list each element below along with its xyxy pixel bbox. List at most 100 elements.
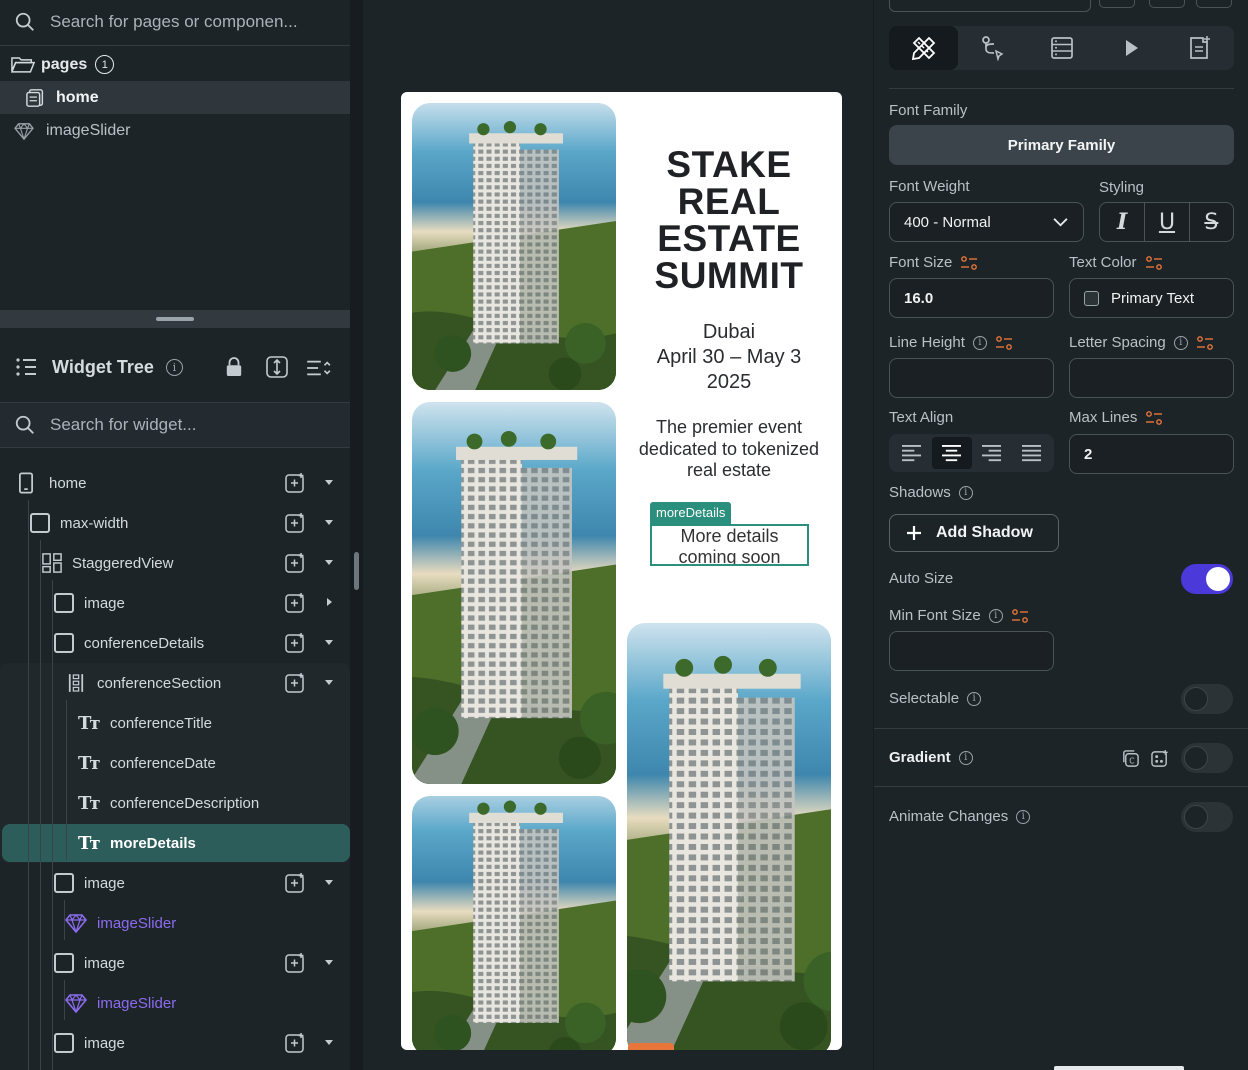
min-font-size-input[interactable] xyxy=(889,631,1054,671)
strikethrough-button[interactable]: S xyxy=(1188,203,1233,241)
underline-button[interactable]: U xyxy=(1144,203,1188,241)
info-icon[interactable]: i xyxy=(958,485,973,500)
tree-node-conferencedescription[interactable]: Tт conferenceDescription xyxy=(0,783,350,823)
info-icon[interactable]: i xyxy=(958,750,973,765)
tree-node-imageslider[interactable]: imageSlider xyxy=(0,983,350,1023)
top-mini-button[interactable] xyxy=(1149,0,1185,8)
add-child-icon[interactable] xyxy=(285,1032,307,1054)
tab-properties[interactable] xyxy=(889,26,958,70)
conference-title[interactable]: STAKE REAL ESTATE SUMMIT xyxy=(637,146,821,294)
tab-animations[interactable] xyxy=(1096,26,1165,70)
tab-backend-query[interactable] xyxy=(1027,26,1096,70)
add-child-icon[interactable] xyxy=(285,872,307,894)
tree-node-max-width[interactable]: max-width xyxy=(0,503,350,543)
variable-binding-icon[interactable] xyxy=(1145,255,1163,270)
building-image[interactable] xyxy=(412,103,616,390)
align-left-button[interactable] xyxy=(892,437,932,469)
add-child-icon[interactable] xyxy=(285,632,307,654)
expand-caret-icon[interactable] xyxy=(325,520,333,525)
add-child-icon[interactable] xyxy=(285,672,307,694)
font-family-button[interactable]: Primary Family xyxy=(889,125,1234,165)
column-icon xyxy=(68,674,84,692)
expand-caret-icon[interactable] xyxy=(325,960,333,965)
pages-folder[interactable]: pages 1 xyxy=(0,48,350,81)
tab-actions[interactable] xyxy=(958,26,1027,70)
lock-icon[interactable] xyxy=(225,357,243,377)
info-icon[interactable]: i xyxy=(988,608,1003,623)
template-icon[interactable] xyxy=(1151,749,1170,768)
add-child-icon[interactable] xyxy=(285,592,307,614)
conference-date[interactable]: Dubai April 30 – May 3 2025 xyxy=(637,320,821,395)
page-item-imageslider[interactable]: imageSlider xyxy=(0,114,350,147)
building-image[interactable] xyxy=(412,402,616,784)
italic-button[interactable]: I xyxy=(1100,203,1144,241)
align-center-button[interactable] xyxy=(931,437,972,469)
variable-binding-icon[interactable] xyxy=(1145,410,1163,425)
info-icon[interactable]: i xyxy=(972,335,987,350)
variable-binding-icon[interactable] xyxy=(995,335,1013,350)
info-icon[interactable]: i xyxy=(1016,809,1031,824)
selectable-toggle[interactable] xyxy=(1181,684,1233,714)
building-image[interactable] xyxy=(627,623,831,1050)
widget-search-bar[interactable] xyxy=(0,403,350,447)
top-mini-button[interactable] xyxy=(1099,0,1135,8)
tree-node-conferencedate[interactable]: Tт conferenceDate xyxy=(0,743,350,783)
tab-notes[interactable] xyxy=(1165,26,1234,70)
animate-changes-toggle[interactable] xyxy=(1181,802,1233,832)
variable-binding-icon[interactable] xyxy=(960,255,978,270)
expand-caret-icon[interactable] xyxy=(325,1040,333,1045)
page-search-bar[interactable] xyxy=(0,0,350,44)
panel-resize-handle[interactable] xyxy=(0,310,350,328)
info-icon[interactable]: i xyxy=(1173,335,1188,350)
tree-node-image[interactable]: image xyxy=(0,583,350,623)
info-icon[interactable]: i xyxy=(165,358,183,376)
expand-caret-icon[interactable] xyxy=(325,880,333,885)
text-color-picker[interactable]: Primary Text xyxy=(1069,278,1234,318)
gradient-toggle[interactable] xyxy=(1181,743,1233,773)
tree-node-moredetails[interactable]: Tт moreDetails xyxy=(0,823,350,863)
top-field[interactable] xyxy=(889,0,1091,12)
sort-filter-icon[interactable] xyxy=(305,358,333,378)
variable-binding-icon[interactable] xyxy=(1196,335,1214,350)
add-child-icon[interactable] xyxy=(285,472,307,494)
expand-caret-icon[interactable] xyxy=(325,560,333,565)
font-weight-select[interactable]: 400 - Normal xyxy=(889,202,1084,242)
tree-node-staggeredview[interactable]: StaggeredView xyxy=(0,543,350,583)
tree-node-home[interactable]: home xyxy=(0,463,350,503)
align-justify-button[interactable] xyxy=(1011,437,1051,469)
top-mini-button[interactable] xyxy=(1196,0,1232,8)
add-child-icon[interactable] xyxy=(285,512,307,534)
panel-scrollbar[interactable] xyxy=(350,0,363,1070)
page-search-input[interactable] xyxy=(50,12,330,32)
align-right-button[interactable] xyxy=(972,437,1012,469)
info-icon[interactable]: i xyxy=(967,691,982,706)
letter-spacing-input[interactable] xyxy=(1069,358,1234,398)
widget-search-input[interactable] xyxy=(50,415,330,435)
phone-preview[interactable]: STAKE REAL ESTATE SUMMIT Dubai April 30 … xyxy=(401,92,842,1050)
tree-node-conferencetitle[interactable]: Tт conferenceTitle xyxy=(0,703,350,743)
collapsed-caret-icon[interactable] xyxy=(327,598,332,606)
add-shadow-button[interactable]: Add Shadow xyxy=(889,514,1059,552)
page-item-home[interactable]: home xyxy=(0,81,350,114)
auto-size-toggle[interactable] xyxy=(1181,564,1233,594)
copy-icon[interactable]: C xyxy=(1121,749,1140,768)
tree-node-image[interactable]: image xyxy=(0,943,350,983)
expand-caret-icon[interactable] xyxy=(325,480,333,485)
variable-binding-icon[interactable] xyxy=(1011,608,1029,623)
tree-node-conferencesection[interactable]: conferenceSection xyxy=(0,663,350,703)
max-lines-input[interactable]: 2 xyxy=(1069,434,1234,474)
add-child-icon[interactable] xyxy=(285,952,307,974)
font-size-input[interactable]: 16.0 xyxy=(889,278,1054,318)
tree-node-conferencedetails[interactable]: conferenceDetails xyxy=(0,623,350,663)
line-height-input[interactable] xyxy=(889,358,1054,398)
expand-caret-icon[interactable] xyxy=(325,640,333,645)
tree-node-image[interactable]: image xyxy=(0,863,350,903)
add-child-icon[interactable] xyxy=(285,552,307,574)
tree-node-image[interactable]: image xyxy=(0,1023,350,1063)
expand-caret-icon[interactable] xyxy=(325,680,333,685)
building-image[interactable] xyxy=(412,796,616,1050)
tree-node-imageslider[interactable]: imageSlider xyxy=(0,903,350,943)
more-details-text[interactable]: More details coming soon xyxy=(650,524,809,566)
expand-collapse-icon[interactable] xyxy=(266,356,288,378)
conference-description[interactable]: The premier event dedicated to tokenized… xyxy=(637,417,821,482)
